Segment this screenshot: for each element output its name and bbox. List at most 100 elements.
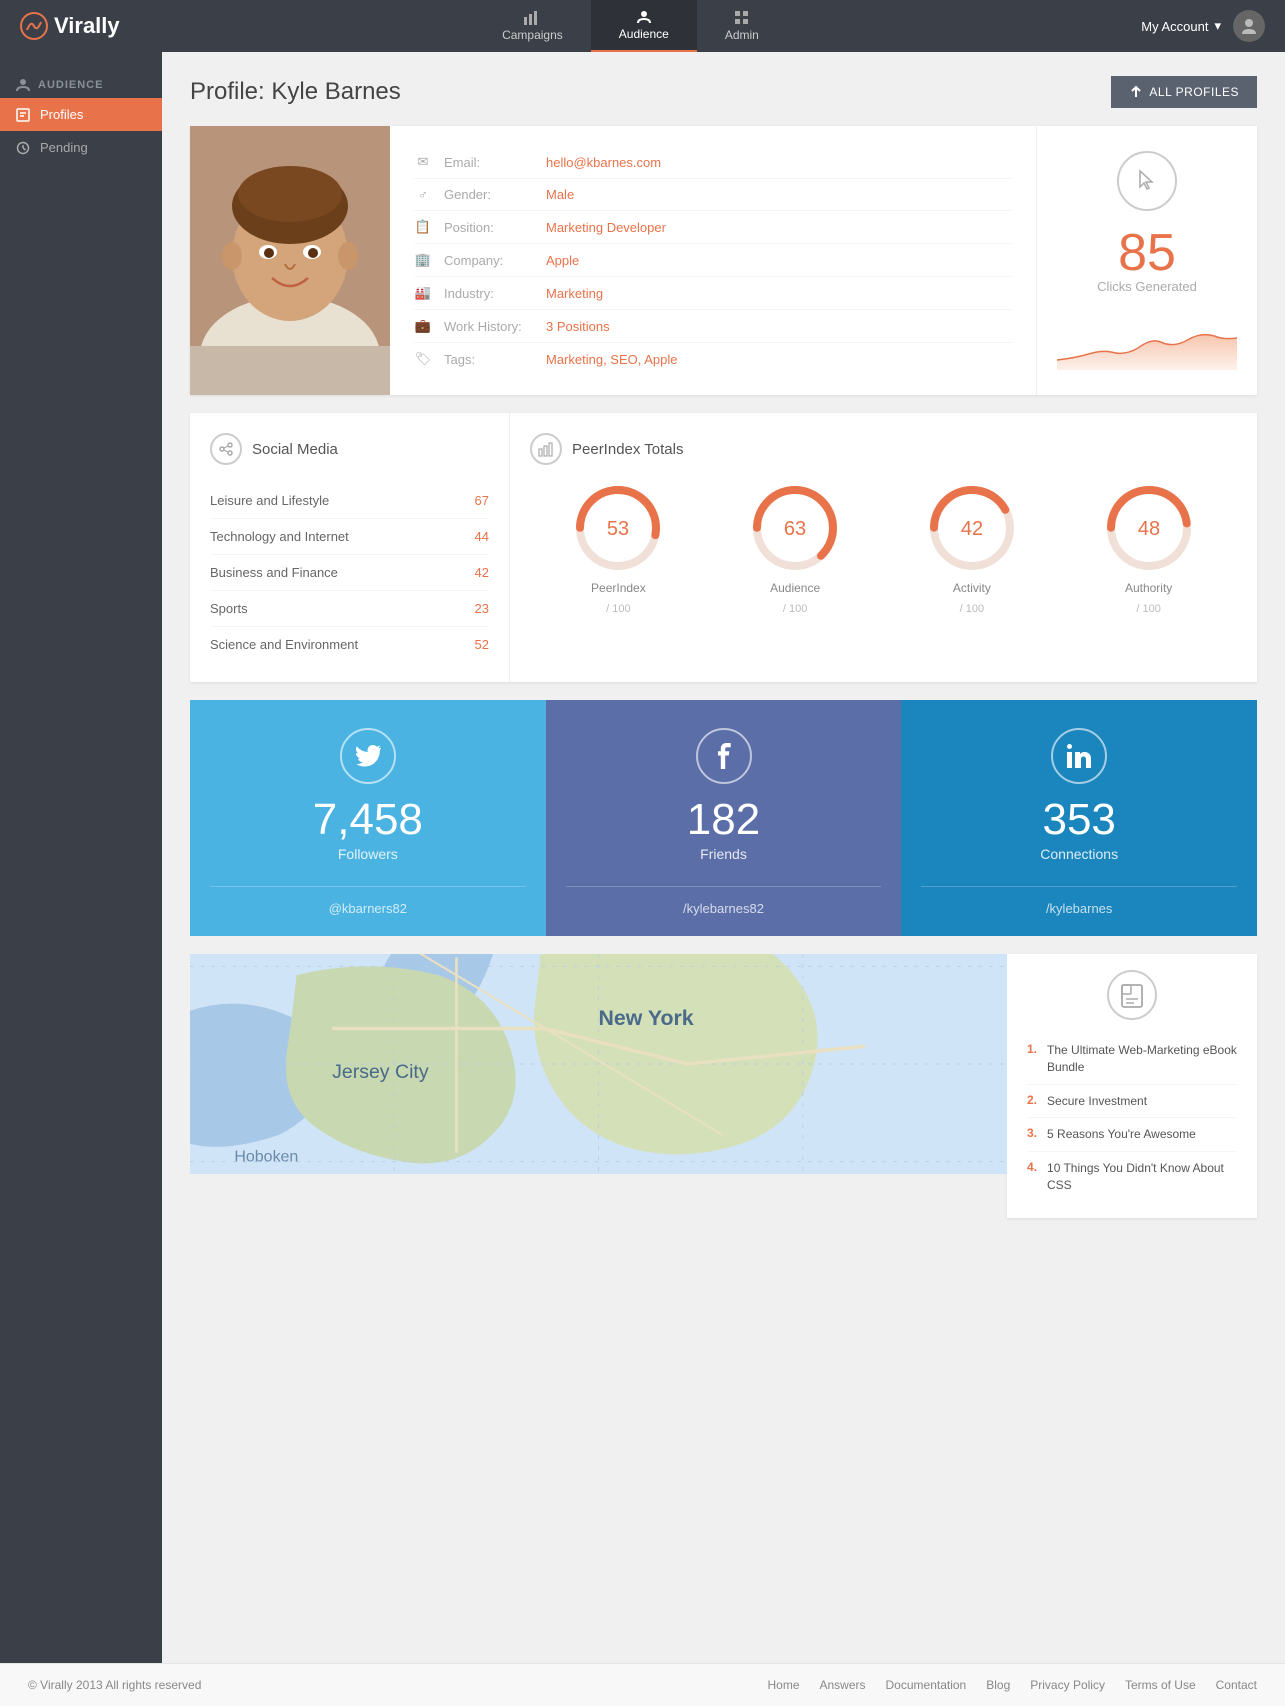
detail-gender: ♂ Gender: Male (414, 179, 1012, 211)
footer-link-home[interactable]: Home (767, 1678, 799, 1692)
social-row-item: Leisure and Lifestyle67 (210, 483, 489, 519)
sidebar-item-pending[interactable]: Pending (0, 131, 162, 164)
page-wrap: AUDIENCE Profiles Pending Profile: Kyle … (0, 0, 1285, 1663)
dropdown-arrow-icon: ▾ (1214, 18, 1221, 34)
donut-sublabel: / 100 (1136, 603, 1160, 615)
profile-card: ✉ Email: hello@kbarnes.com ♂ Gender: Mal… (190, 126, 1257, 395)
twitter-count: 7,458 (313, 798, 423, 842)
article-title: Secure Investment (1047, 1093, 1147, 1110)
linkedin-tile[interactable]: 353 Connections /kylebarnes (901, 700, 1257, 936)
article-title: The Ultimate Web-Marketing eBook Bundle (1047, 1042, 1237, 1076)
donut-label: Activity (953, 581, 991, 595)
all-profiles-button[interactable]: ALL PROFILES (1111, 76, 1257, 108)
work-history-icon: 💼 (414, 318, 432, 334)
social-tiles: 7,458 Followers @kbarners82 182 Friends … (190, 700, 1257, 936)
twitter-type: Followers (338, 846, 398, 862)
peerindex-panel: PeerIndex Totals 53 PeerIndex / 100 63 A… (510, 413, 1257, 682)
article-item[interactable]: 2. Secure Investment (1027, 1085, 1237, 1119)
social-row-label: Science and Environment (210, 637, 358, 652)
footer: © Virally 2013 All rights reserved HomeA… (0, 1663, 1285, 1706)
social-row-item: Science and Environment 52 (210, 627, 489, 662)
social-row-score: 44 (475, 529, 489, 544)
social-row-item: Sports 23 (210, 591, 489, 627)
footer-link-privacy-policy[interactable]: Privacy Policy (1030, 1678, 1105, 1692)
nav-links: Campaigns Audience Admin (120, 0, 1142, 52)
footer-links: Home Answers Documentation Blog Privacy Poli… (767, 1678, 1257, 1692)
social-row-item: Business and Finance 42 (210, 555, 489, 591)
mid-section: Social Media Leisure and Lifestyle67Tech… (190, 413, 1257, 682)
donut-label: PeerIndex (591, 581, 646, 595)
social-row-score: 42 (475, 565, 489, 580)
profile-details: ✉ Email: hello@kbarnes.com ♂ Gender: Mal… (390, 126, 1037, 395)
donut-item-audience: 63 Audience / 100 (750, 483, 840, 615)
article-item[interactable]: 4. 10 Things You Didn't Know About CSS (1027, 1152, 1237, 1202)
footer-link-blog[interactable]: Blog (986, 1678, 1010, 1692)
donut-svg: 63 (750, 483, 840, 573)
footer-link-contact[interactable]: Contact (1216, 1678, 1257, 1692)
donut-svg: 48 (1104, 483, 1194, 573)
svg-text:42: 42 (961, 518, 983, 540)
twitter-tile[interactable]: 7,458 Followers @kbarners82 (190, 700, 546, 936)
map-svg: Jersey City New York Hoboken Weehawken (190, 954, 1007, 1174)
svg-text:Jersey City: Jersey City (332, 1061, 429, 1083)
social-row-score: 23 (475, 601, 489, 616)
footer-link-answers[interactable]: Answers (820, 1678, 866, 1692)
footer-link-terms-of-use[interactable]: Terms of Use (1125, 1678, 1196, 1692)
facebook-tile[interactable]: 182 Friends /kylebarnes82 (546, 700, 902, 936)
company-icon: 🏢 (414, 252, 432, 268)
detail-industry: 🏭 Industry: Marketing (414, 277, 1012, 310)
facebook-type: Friends (700, 846, 747, 862)
article-item[interactable]: 1. The Ultimate Web-Marketing eBook Bundl… (1027, 1034, 1237, 1085)
svg-text:53: 53 (607, 518, 629, 540)
social-row-label: Business and Finance (210, 565, 338, 580)
detail-company: 🏢 Company: Apple (414, 244, 1012, 277)
linkedin-handle: /kylebarnes (921, 886, 1237, 916)
detail-position: 📋 Position: Marketing Developer (414, 211, 1012, 244)
donut-row: 53 PeerIndex / 100 63 Audience / 100 42 … (530, 483, 1237, 615)
nav-campaigns[interactable]: Campaigns (474, 0, 591, 52)
top-nav: Virally Campaigns Audience Admin My Acco… (0, 0, 1285, 52)
nav-right: My Account ▾ (1141, 10, 1265, 42)
svg-text:Hoboken: Hoboken (234, 1149, 298, 1166)
bottom-section: Jersey City New York Hoboken Weehawken 1… (190, 954, 1257, 1218)
facebook-count: 182 (687, 798, 760, 842)
gender-icon: ♂ (414, 187, 432, 202)
donut-svg: 42 (927, 483, 1017, 573)
social-row-score: 52 (475, 637, 489, 652)
map-card: Jersey City New York Hoboken Weehawken (190, 954, 1007, 1174)
article-item[interactable]: 3. 5 Reasons You're Awesome (1027, 1118, 1237, 1152)
article-num: 2. (1027, 1093, 1037, 1107)
social-media-title: Social Media (210, 433, 489, 465)
detail-email: ✉ Email: hello@kbarnes.com (414, 146, 1012, 179)
donut-label: Authority (1125, 581, 1172, 595)
profile-stats: 85 Clicks Generated (1037, 126, 1257, 395)
donut-item-activity: 42 Activity / 100 (927, 483, 1017, 615)
article-num: 4. (1027, 1160, 1037, 1174)
social-media-panel: Social Media Leisure and Lifestyle67Tech… (190, 413, 510, 682)
page-header: Profile: Kyle Barnes ALL PROFILES (190, 76, 1257, 108)
articles-icon (1107, 970, 1157, 1020)
nav-admin[interactable]: Admin (697, 0, 787, 52)
linkedin-type: Connections (1040, 846, 1118, 862)
my-account-button[interactable]: My Account ▾ (1141, 18, 1221, 34)
donut-sublabel: / 100 (960, 603, 984, 615)
detail-tags: 🏷 Tags: Marketing, SEO, Apple (414, 343, 1012, 375)
donut-item-authority: 48 Authority / 100 (1104, 483, 1194, 615)
peerindex-title: PeerIndex Totals (530, 433, 1237, 465)
nav-audience[interactable]: Audience (591, 0, 697, 52)
article-title: 5 Reasons You're Awesome (1047, 1126, 1196, 1143)
articles-list: 1. The Ultimate Web-Marketing eBook Bundl… (1027, 1034, 1237, 1202)
page-title: Profile: Kyle Barnes (190, 78, 401, 106)
social-row-label: Leisure and Lifestyle (210, 493, 329, 508)
donut-svg: 53 (573, 483, 663, 573)
footer-link-documentation[interactable]: Documentation (886, 1678, 967, 1692)
avatar[interactable] (1233, 10, 1265, 42)
sidebar-item-profiles[interactable]: Profiles (0, 98, 162, 131)
clicks-sparkline (1057, 310, 1237, 370)
social-row-label: Sports (210, 601, 248, 616)
article-num: 3. (1027, 1126, 1037, 1140)
article-title: 10 Things You Didn't Know About CSS (1047, 1160, 1237, 1194)
main-content: Profile: Kyle Barnes ALL PROFILES (162, 52, 1285, 1663)
article-num: 1. (1027, 1042, 1037, 1056)
linkedin-icon-circle (1051, 728, 1107, 784)
